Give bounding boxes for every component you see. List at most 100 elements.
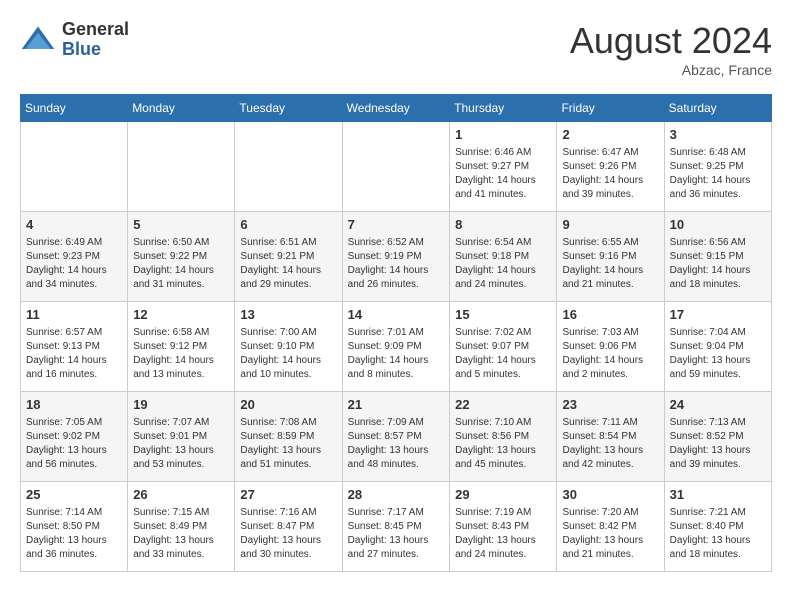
day-info: Sunrise: 7:01 AMSunset: 9:09 PMDaylight:… — [348, 326, 445, 382]
weekday-saturday: Saturday — [664, 95, 771, 122]
week-row-2: 4 Sunrise: 6:49 AMSunset: 9:23 PMDaylight… — [21, 212, 772, 302]
day-cell: 19 Sunrise: 7:07 AMSunset: 9:01 PMDayligh… — [128, 392, 235, 482]
day-number: 11 — [26, 306, 122, 324]
logo-icon — [20, 22, 56, 58]
day-number: 24 — [670, 396, 766, 414]
day-number: 6 — [240, 216, 336, 234]
day-number: 25 — [26, 486, 122, 504]
day-cell — [128, 122, 235, 212]
day-cell: 9 Sunrise: 6:55 AMSunset: 9:16 PMDaylight… — [557, 212, 664, 302]
day-info: Sunrise: 6:52 AMSunset: 9:19 PMDaylight:… — [348, 236, 445, 292]
month-year: August 2024 — [570, 20, 772, 62]
day-cell — [235, 122, 342, 212]
day-number: 21 — [348, 396, 445, 414]
day-number: 1 — [455, 126, 551, 144]
day-number: 27 — [240, 486, 336, 504]
day-cell: 22 Sunrise: 7:10 AMSunset: 8:56 PMDayligh… — [450, 392, 557, 482]
day-cell: 11 Sunrise: 6:57 AMSunset: 9:13 PMDayligh… — [21, 302, 128, 392]
day-info: Sunrise: 6:49 AMSunset: 9:23 PMDaylight:… — [26, 236, 122, 292]
day-cell: 14 Sunrise: 7:01 AMSunset: 9:09 PMDayligh… — [342, 302, 450, 392]
day-info: Sunrise: 7:03 AMSunset: 9:06 PMDaylight:… — [562, 326, 658, 382]
day-number: 20 — [240, 396, 336, 414]
weekday-tuesday: Tuesday — [235, 95, 342, 122]
page-header: General Blue August 2024 Abzac, France — [20, 20, 772, 78]
weekday-monday: Monday — [128, 95, 235, 122]
day-info: Sunrise: 7:08 AMSunset: 8:59 PMDaylight:… — [240, 416, 336, 472]
day-number: 16 — [562, 306, 658, 324]
day-cell: 8Sunrise: 6:54 AMSunset: 9:18 PMDaylight… — [450, 212, 557, 302]
day-cell: 10Sunrise: 6:56 AMSunset: 9:15 PMDayligh… — [664, 212, 771, 302]
day-cell: 27Sunrise: 7:16 AMSunset: 8:47 PMDayligh… — [235, 482, 342, 572]
day-cell: 2Sunrise: 6:47 AMSunset: 9:26 PMDaylight… — [557, 122, 664, 212]
week-row-1: 1 Sunrise: 6:46 AMSunset: 9:27 PMDaylight… — [21, 122, 772, 212]
day-number: 12 — [133, 306, 229, 324]
day-info: Sunrise: 6:54 AMSunset: 9:18 PMDaylight:… — [455, 236, 551, 292]
day-number: 14 — [348, 306, 445, 324]
day-cell: 5 Sunrise: 6:50 AMSunset: 9:22 PMDaylight… — [128, 212, 235, 302]
logo-blue: Blue — [62, 39, 101, 59]
day-number: 22 — [455, 396, 551, 414]
day-info: Sunrise: 6:47 AMSunset: 9:26 PMDaylight:… — [562, 146, 658, 202]
day-cell: 16 Sunrise: 7:03 AMSunset: 9:06 PMDayligh… — [557, 302, 664, 392]
day-cell: 30 Sunrise: 7:20 AMSunset: 8:42 PMDayligh… — [557, 482, 664, 572]
week-row-4: 18 Sunrise: 7:05 AMSunset: 9:02 PMDayligh… — [21, 392, 772, 482]
day-cell: 25Sunrise: 7:14 AMSunset: 8:50 PMDayligh… — [21, 482, 128, 572]
day-cell: 4 Sunrise: 6:49 AMSunset: 9:23 PMDaylight… — [21, 212, 128, 302]
day-number: 31 — [670, 486, 766, 504]
calendar: SundayMondayTuesdayWednesdayThursdayFrid… — [20, 94, 772, 572]
day-info: Sunrise: 7:04 AMSunset: 9:04 PMDaylight:… — [670, 326, 766, 382]
day-number: 4 — [26, 216, 122, 234]
day-info: Sunrise: 7:00 AMSunset: 9:10 PMDaylight:… — [240, 326, 336, 382]
day-number: 28 — [348, 486, 445, 504]
day-info: Sunrise: 7:21 AMSunset: 8:40 PMDaylight:… — [670, 506, 766, 562]
day-info: Sunrise: 7:05 AMSunset: 9:02 PMDaylight:… — [26, 416, 122, 472]
day-info: Sunrise: 7:11 AMSunset: 8:54 PMDaylight:… — [562, 416, 658, 472]
day-cell: 1 Sunrise: 6:46 AMSunset: 9:27 PMDaylight… — [450, 122, 557, 212]
day-info: Sunrise: 7:17 AMSunset: 8:45 PMDaylight:… — [348, 506, 445, 562]
weekday-sunday: Sunday — [21, 95, 128, 122]
weekday-wednesday: Wednesday — [342, 95, 450, 122]
day-info: Sunrise: 6:46 AMSunset: 9:27 PMDaylight:… — [455, 146, 551, 202]
day-info: Sunrise: 7:20 AMSunset: 8:42 PMDaylight:… — [562, 506, 658, 562]
title-block: August 2024 Abzac, France — [570, 20, 772, 78]
day-cell: 13Sunrise: 7:00 AMSunset: 9:10 PMDayligh… — [235, 302, 342, 392]
day-number: 29 — [455, 486, 551, 504]
day-info: Sunrise: 6:55 AMSunset: 9:16 PMDaylight:… — [562, 236, 658, 292]
day-info: Sunrise: 7:15 AMSunset: 8:49 PMDaylight:… — [133, 506, 229, 562]
day-number: 19 — [133, 396, 229, 414]
day-cell: 15Sunrise: 7:02 AMSunset: 9:07 PMDayligh… — [450, 302, 557, 392]
day-cell: 31 Sunrise: 7:21 AMSunset: 8:40 PMDayligh… — [664, 482, 771, 572]
day-info: Sunrise: 6:51 AMSunset: 9:21 PMDaylight:… — [240, 236, 336, 292]
day-number: 9 — [562, 216, 658, 234]
day-cell: 26 Sunrise: 7:15 AMSunset: 8:49 PMDayligh… — [128, 482, 235, 572]
day-cell: 18 Sunrise: 7:05 AMSunset: 9:02 PMDayligh… — [21, 392, 128, 482]
day-number: 18 — [26, 396, 122, 414]
logo-text: General Blue — [62, 20, 129, 60]
day-cell: 7 Sunrise: 6:52 AMSunset: 9:19 PMDaylight… — [342, 212, 450, 302]
day-info: Sunrise: 7:07 AMSunset: 9:01 PMDaylight:… — [133, 416, 229, 472]
day-number: 17 — [670, 306, 766, 324]
day-cell: 17 Sunrise: 7:04 AMSunset: 9:04 PMDayligh… — [664, 302, 771, 392]
day-cell: 28 Sunrise: 7:17 AMSunset: 8:45 PMDayligh… — [342, 482, 450, 572]
location: Abzac, France — [570, 62, 772, 78]
day-number: 23 — [562, 396, 658, 414]
day-number: 30 — [562, 486, 658, 504]
day-cell: 3Sunrise: 6:48 AMSunset: 9:25 PMDaylight… — [664, 122, 771, 212]
day-info: Sunrise: 6:50 AMSunset: 9:22 PMDaylight:… — [133, 236, 229, 292]
day-cell: 29Sunrise: 7:19 AMSunset: 8:43 PMDayligh… — [450, 482, 557, 572]
day-number: 3 — [670, 126, 766, 144]
day-info: Sunrise: 7:09 AMSunset: 8:57 PMDaylight:… — [348, 416, 445, 472]
day-info: Sunrise: 7:10 AMSunset: 8:56 PMDaylight:… — [455, 416, 551, 472]
day-number: 10 — [670, 216, 766, 234]
day-info: Sunrise: 6:58 AMSunset: 9:12 PMDaylight:… — [133, 326, 229, 382]
day-info: Sunrise: 6:57 AMSunset: 9:13 PMDaylight:… — [26, 326, 122, 382]
day-cell: 23 Sunrise: 7:11 AMSunset: 8:54 PMDayligh… — [557, 392, 664, 482]
day-cell: 21 Sunrise: 7:09 AMSunset: 8:57 PMDayligh… — [342, 392, 450, 482]
logo: General Blue — [20, 20, 129, 60]
day-number: 26 — [133, 486, 229, 504]
day-number: 7 — [348, 216, 445, 234]
day-number: 5 — [133, 216, 229, 234]
day-cell: 24 Sunrise: 7:13 AMSunset: 8:52 PMDayligh… — [664, 392, 771, 482]
day-info: Sunrise: 7:13 AMSunset: 8:52 PMDaylight:… — [670, 416, 766, 472]
day-cell — [342, 122, 450, 212]
